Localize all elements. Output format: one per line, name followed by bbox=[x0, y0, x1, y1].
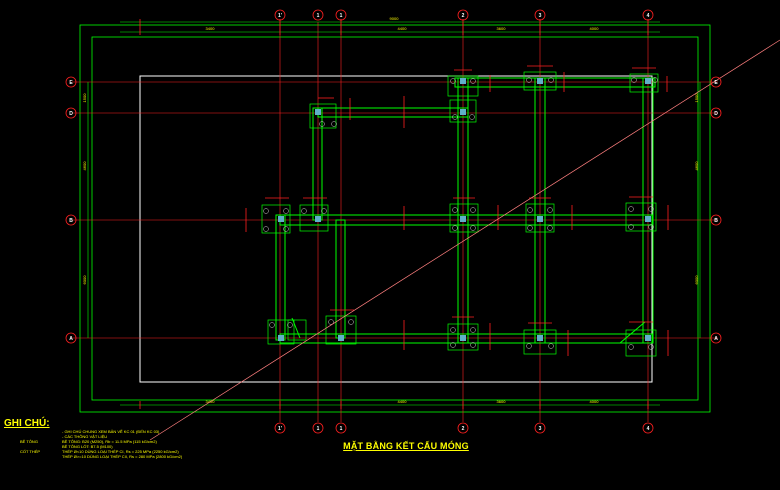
axis-label-bottom-4: 4 bbox=[647, 426, 650, 432]
axis-label-left-E: E bbox=[69, 80, 73, 86]
grid-lines-horizontal bbox=[72, 81, 718, 339]
axis-label-right-D: D bbox=[714, 111, 718, 117]
axis-label-right-B: B bbox=[714, 218, 718, 224]
axis-label-top-1b: 1 bbox=[340, 13, 343, 19]
left-dim-1: 1500 bbox=[82, 93, 87, 103]
axis-label-right-E: E bbox=[714, 80, 718, 86]
dimension-lines bbox=[87, 21, 701, 406]
axis-label-top-1p: 1' bbox=[278, 13, 282, 19]
axis-label-bottom-1a: 1 bbox=[317, 426, 320, 432]
left-dim-2: 4600 bbox=[82, 161, 87, 171]
axis-label-top-4: 4 bbox=[647, 13, 650, 19]
general-notes: GHI CHÚ: - GHI CHÚ CHUNG XEM BẢN VẼ KC 0… bbox=[4, 418, 304, 459]
axis-label-top-2: 2 bbox=[462, 13, 465, 19]
left-dim-3: 6000 bbox=[82, 275, 87, 285]
top-dim-1: 3400 bbox=[206, 26, 216, 31]
right-dim-2: 4600 bbox=[694, 161, 699, 171]
foundation-plan-drawing: 9000 3400 4400 3600 4000 3400 4400 3600 … bbox=[65, 9, 780, 441]
axis-label-left-D: D bbox=[69, 111, 73, 117]
top-dim-4: 4000 bbox=[590, 26, 600, 31]
axis-label-top-3: 3 bbox=[539, 13, 542, 19]
top-dim-2: 4400 bbox=[398, 26, 408, 31]
bottom-dim-2: 4400 bbox=[398, 399, 408, 404]
foundation-beams bbox=[275, 77, 656, 344]
notes-heading: GHI CHÚ: bbox=[4, 418, 50, 429]
axis-label-bottom-2: 2 bbox=[462, 426, 465, 432]
top-dim-3: 3600 bbox=[497, 26, 507, 31]
axis-label-bottom-1b: 1 bbox=[340, 426, 343, 432]
axis-label-top-1a: 1 bbox=[317, 13, 320, 19]
axis-label-left-A: A bbox=[69, 336, 73, 342]
bottom-dim-4: 4000 bbox=[590, 399, 600, 404]
axis-label-left-B: B bbox=[69, 218, 73, 224]
note-line-6: THÉP Ø>=10 DÙNG LOẠI THÉP CII, Rs = 280 … bbox=[62, 454, 183, 459]
pad-dimension-marks bbox=[245, 65, 669, 356]
axis-label-right-A: A bbox=[714, 336, 718, 342]
anchor-markers bbox=[263, 77, 658, 350]
right-dim-3: 6000 bbox=[694, 275, 699, 285]
grid-bubbles bbox=[65, 9, 722, 434]
axis-label-bottom-3: 3 bbox=[539, 426, 542, 432]
bottom-dim-3: 3600 bbox=[497, 399, 507, 404]
drawing-title: MẶT BẰNG KẾT CẤU MÓNG bbox=[343, 441, 469, 451]
top-overall-dim: 9000 bbox=[390, 16, 400, 21]
side-dimension-texts: 1500 4600 6000 1500 4600 6000 bbox=[82, 93, 699, 285]
outer-frame bbox=[79, 24, 711, 413]
